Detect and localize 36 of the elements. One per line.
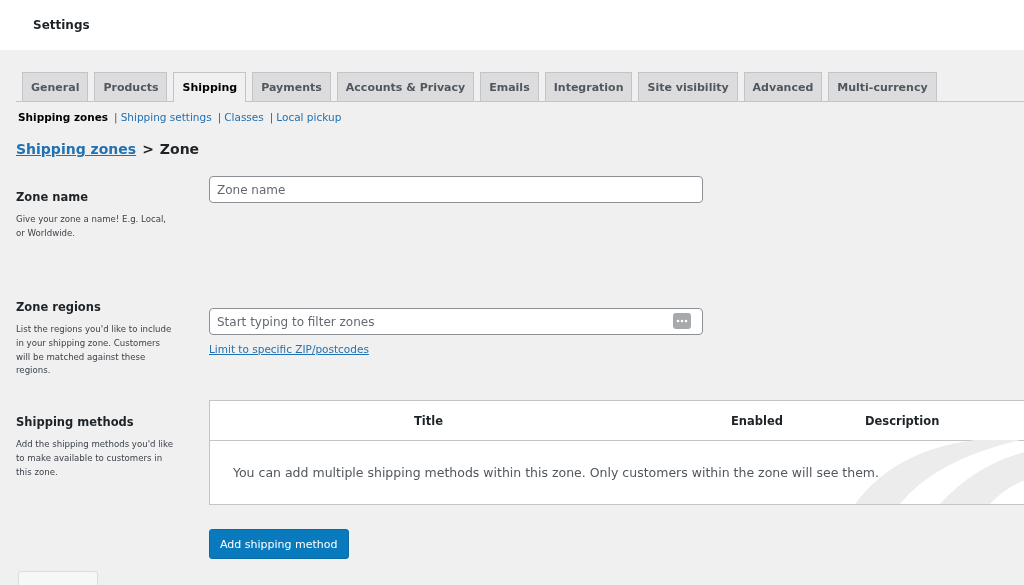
column-header: Enabled (731, 414, 783, 428)
tab[interactable]: Payments (252, 72, 331, 101)
breadcrumb-link[interactable]: Shipping zones (16, 141, 137, 157)
field-label: Zone name (16, 190, 89, 204)
tab[interactable]: Products (94, 72, 168, 101)
subnav-link[interactable]: Local pickup (276, 111, 342, 123)
add-shipping-method-button[interactable]: Add shipping method (209, 529, 349, 559)
tab[interactable]: Advanced (743, 72, 823, 101)
column-header: Description (865, 414, 940, 428)
tab[interactable]: Shipping (173, 72, 247, 102)
page-title: Settings (33, 18, 90, 32)
field-description: List the regions you'd like to include in your shipping zone. Customers will be matched against these regions. (16, 323, 173, 378)
subnav-link[interactable]: Shipping zones (18, 111, 109, 123)
separator: | (217, 111, 222, 123)
zone-regions-field[interactable]: Start typing to filter zones (209, 308, 703, 335)
breadcrumb-current: Zone (159, 141, 200, 157)
field-label: Shipping methods (16, 415, 135, 429)
breadcrumb-separator: > (142, 141, 154, 157)
tab[interactable]: General (22, 72, 89, 101)
tab[interactable]: Multi-currency (828, 72, 937, 101)
empty-message: You can add multiple shipping methods within this zone. Only customers within the zone will see them. (233, 465, 879, 480)
zone-name-field[interactable]: Zone name (209, 176, 703, 203)
more-icon[interactable] (673, 313, 691, 329)
column-header: Title (414, 414, 444, 428)
field-description: Add the shipping methods you'd like to make available to customers in this zone. (16, 438, 174, 479)
separator: | (114, 111, 118, 123)
field-description: Give your zone a name! E.g. Local, or Worldwide. (16, 213, 168, 240)
postcode-link[interactable]: Limit to specific ZIP/postcodes (209, 343, 369, 355)
field-label: Zone regions (16, 300, 102, 314)
tab[interactable]: Integration (544, 72, 633, 101)
tab[interactable]: Emails (480, 72, 539, 101)
subnav-link[interactable]: Classes (224, 111, 264, 123)
tab[interactable]: Accounts & Privacy (336, 72, 475, 101)
subnav-link[interactable]: Shipping settings (120, 111, 212, 123)
tab[interactable]: Site visibility (638, 72, 738, 101)
separator: | (269, 111, 274, 123)
